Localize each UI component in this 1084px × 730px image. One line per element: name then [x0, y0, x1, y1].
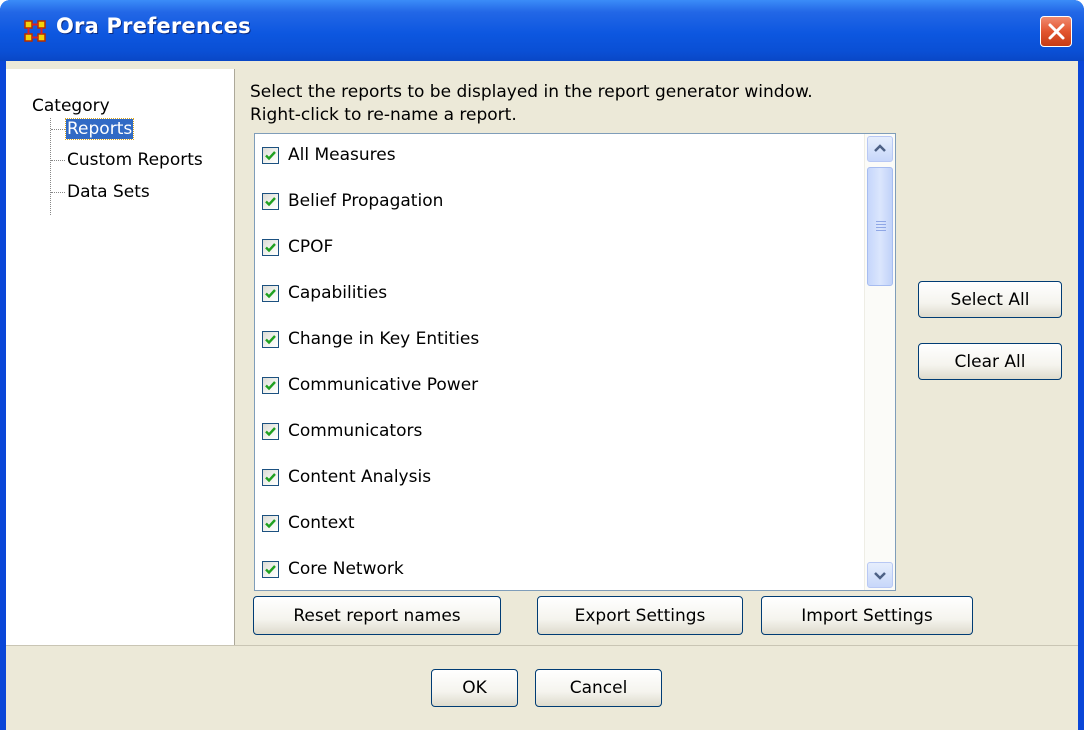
import-settings-button[interactable]: Import Settings: [761, 596, 973, 635]
scroll-grip: [876, 221, 886, 222]
tree-connector: [51, 160, 65, 161]
ora-network-icon: [24, 20, 46, 42]
check-icon: [265, 519, 276, 529]
instruction-line-2: Right-click to re-name a report.: [250, 105, 517, 125]
report-item[interactable]: Context: [255, 509, 865, 539]
export-settings-button[interactable]: Export Settings: [537, 596, 743, 635]
report-list: All Measures Belief Propagation CPOF Cap…: [254, 133, 896, 591]
report-checkbox[interactable]: [262, 515, 279, 532]
close-button[interactable]: [1040, 16, 1072, 47]
tree-item-reports[interactable]: Reports: [64, 118, 135, 140]
report-item-label: CPOF: [288, 237, 334, 257]
report-item-label: Context: [288, 513, 355, 533]
report-item-label: Belief Propagation: [288, 191, 444, 211]
report-checkbox[interactable]: [262, 469, 279, 486]
scroll-grip: [876, 224, 886, 225]
check-icon: [265, 427, 276, 437]
close-icon: [1048, 23, 1065, 40]
instruction-line-1: Select the reports to be displayed in th…: [250, 82, 813, 102]
report-item[interactable]: Communicative Power: [255, 371, 865, 401]
scroll-grip: [876, 227, 886, 228]
report-checkbox[interactable]: [262, 147, 279, 164]
tree-connector: [51, 129, 65, 130]
scroll-down-button[interactable]: [867, 562, 893, 588]
report-item[interactable]: Belief Propagation: [255, 187, 865, 217]
report-item[interactable]: Content Analysis: [255, 463, 865, 493]
check-icon: [265, 473, 276, 483]
report-item-label: Capabilities: [288, 283, 388, 303]
ok-button[interactable]: OK: [431, 669, 518, 707]
tree-connector-vertical: [50, 118, 51, 215]
chevron-up-icon: [874, 144, 886, 152]
report-item-label: All Measures: [288, 145, 396, 165]
report-item-label: Content Analysis: [288, 467, 432, 487]
instructions-text: Select the reports to be displayed in th…: [250, 81, 813, 127]
dialog-client-area: Category Reports Custom Reports Data Set…: [6, 61, 1078, 730]
split-pane-divider[interactable]: [234, 69, 244, 645]
footer-separator: [6, 645, 1078, 646]
check-icon: [265, 335, 276, 345]
tree-root-category: Category: [32, 96, 110, 116]
clear-all-button[interactable]: Clear All: [918, 343, 1062, 380]
check-icon: [265, 381, 276, 391]
report-checkbox[interactable]: [262, 561, 279, 578]
check-icon: [265, 151, 276, 161]
check-icon: [265, 289, 276, 299]
select-all-button[interactable]: Select All: [918, 281, 1062, 318]
report-checkbox[interactable]: [262, 377, 279, 394]
reset-report-names-button[interactable]: Reset report names: [253, 596, 501, 635]
report-checkbox[interactable]: [262, 423, 279, 440]
report-checkbox[interactable]: [262, 331, 279, 348]
tree-connector: [51, 192, 65, 193]
report-checkbox[interactable]: [262, 193, 279, 210]
window-title: Ora Preferences: [56, 14, 251, 38]
check-icon: [265, 243, 276, 253]
report-item[interactable]: All Measures: [255, 141, 865, 171]
report-item-label: Communicative Power: [288, 375, 479, 395]
report-item[interactable]: Communicators: [255, 417, 865, 447]
scroll-grip: [876, 230, 886, 231]
report-item-label: Core Network: [288, 559, 404, 579]
report-item[interactable]: Change in Key Entities: [255, 325, 865, 355]
report-checkbox[interactable]: [262, 285, 279, 302]
report-item[interactable]: Capabilities: [255, 279, 865, 309]
report-checkbox[interactable]: [262, 239, 279, 256]
title-bar[interactable]: Ora Preferences: [0, 0, 1084, 61]
chevron-down-icon: [874, 572, 886, 580]
check-icon: [265, 197, 276, 207]
scroll-up-button[interactable]: [867, 136, 893, 162]
report-item-label: Communicators: [288, 421, 423, 441]
category-tree: Category Reports Custom Reports Data Set…: [6, 69, 234, 645]
scroll-thumb[interactable]: [867, 167, 893, 286]
report-item-label: Change in Key Entities: [288, 329, 480, 349]
cancel-button[interactable]: Cancel: [535, 669, 662, 707]
report-item[interactable]: Core Network: [255, 555, 865, 585]
tree-item-custom-reports[interactable]: Custom Reports: [67, 150, 203, 170]
preferences-window: Ora Preferences Category Reports Custom …: [0, 0, 1084, 730]
check-icon: [265, 565, 276, 575]
tree-item-data-sets[interactable]: Data Sets: [67, 182, 150, 202]
report-item[interactable]: CPOF: [255, 233, 865, 263]
report-list-scrollbar[interactable]: [864, 134, 895, 590]
